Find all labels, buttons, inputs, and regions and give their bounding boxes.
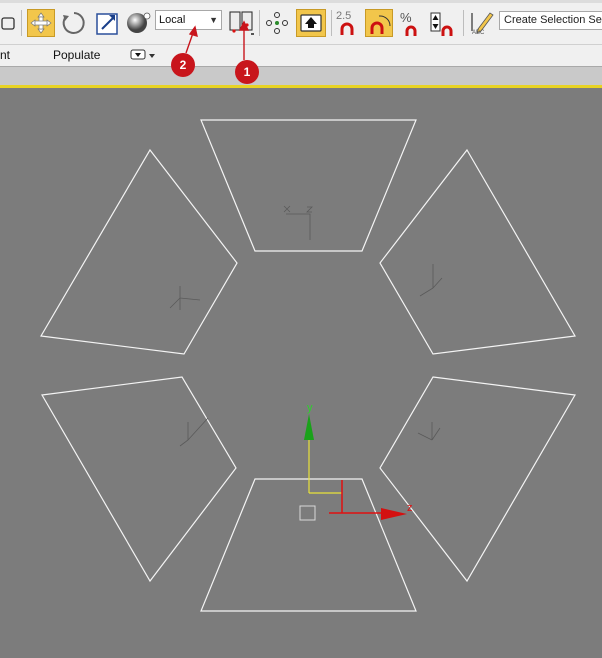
- move-gizmo[interactable]: y z: [299, 402, 413, 521]
- gizmo-pivot-box[interactable]: [299, 505, 316, 521]
- annotation-badge-1: 1: [235, 60, 259, 84]
- face-lower-right[interactable]: [379, 376, 576, 583]
- annotation-badge-2: 2: [171, 53, 195, 77]
- annotation-overlay: [185, 20, 250, 60]
- face-upper-right[interactable]: [379, 148, 576, 355]
- gizmo-y-label: y: [307, 402, 313, 414]
- face-bottom[interactable]: [200, 478, 417, 612]
- face-upper-left[interactable]: [40, 148, 238, 355]
- gizmo-y-arrow[interactable]: [304, 414, 314, 440]
- perspective-viewport[interactable]: y z: [0, 88, 602, 658]
- face-top[interactable]: [200, 119, 417, 252]
- gizmo-z-arrow[interactable]: [381, 508, 407, 520]
- gizmo-z-label: z: [407, 502, 413, 514]
- local-axis-tripods: [169, 205, 443, 447]
- face-lower-left[interactable]: [41, 376, 237, 583]
